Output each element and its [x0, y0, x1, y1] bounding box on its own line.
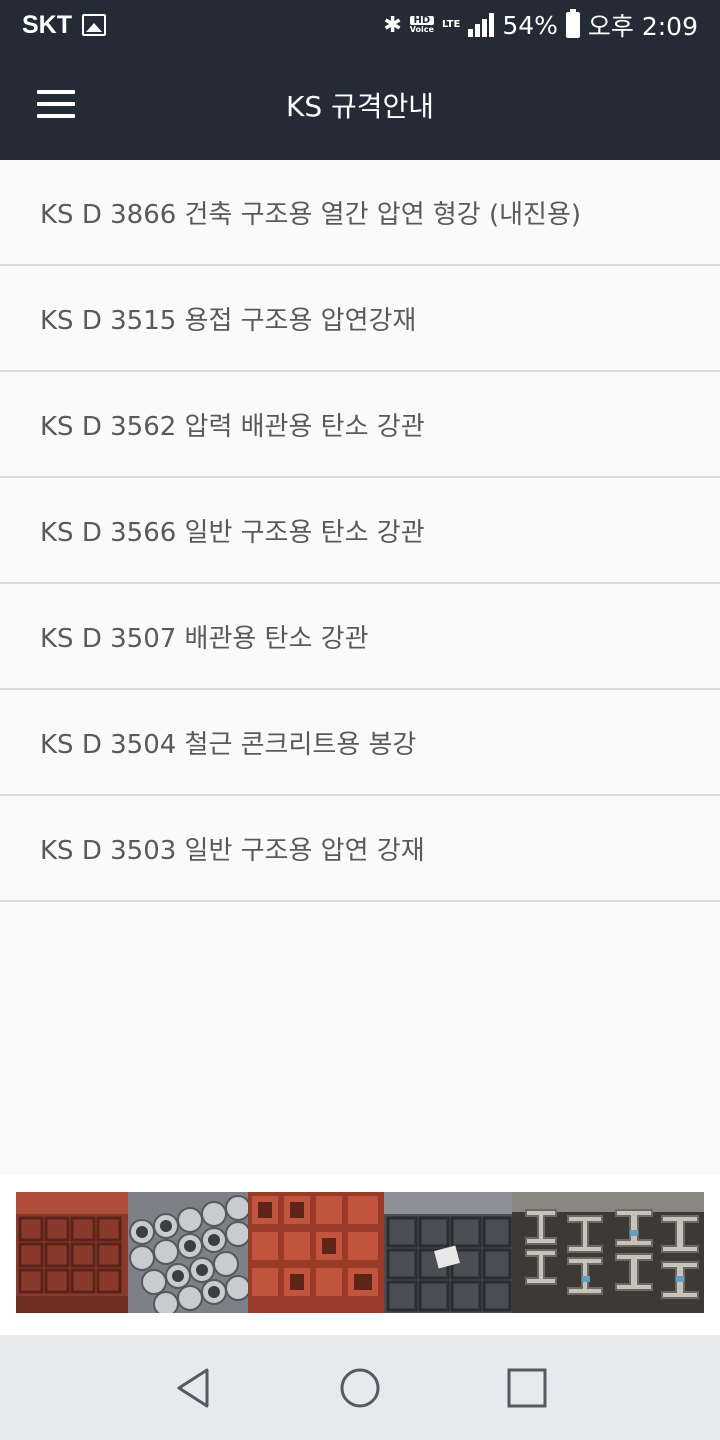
system-nav-bar	[0, 1335, 720, 1440]
signal-strength-icon	[468, 13, 495, 37]
clock: 오후 2:09	[587, 12, 698, 41]
standards-list: KS D 3866 건축 구조용 열간 압연 형강 (내진용) KS D 351…	[0, 160, 720, 902]
list-item[interactable]: KS D 3515 용접 구조용 압연강재	[0, 266, 720, 372]
black-square-tubes-image	[384, 1192, 512, 1313]
red-square-tubes-image	[16, 1192, 128, 1313]
list-item[interactable]: KS D 3866 건축 구조용 열간 압연 형강 (내진용)	[0, 160, 720, 266]
battery-icon	[565, 9, 580, 38]
bluetooth-icon: ✱	[383, 12, 402, 38]
page-title: KS 규격안내	[285, 90, 435, 123]
list-item[interactable]: KS D 3507 배관용 탄소 강관	[0, 584, 720, 690]
list-item[interactable]: KS D 3566 일반 구조용 탄소 강관	[0, 478, 720, 584]
back-triangle-icon[interactable]	[163, 1358, 223, 1418]
home-circle-icon[interactable]	[330, 1358, 390, 1418]
red-channel-steel-image	[248, 1192, 384, 1313]
round-pipes-image	[128, 1192, 248, 1313]
banner-area	[0, 1175, 720, 1335]
list-item[interactable]: KS D 3504 철근 콘크리트용 봉강	[0, 690, 720, 796]
battery-percent: 54%	[502, 10, 558, 40]
status-bar: SKT ✱ HD Voice LTE 54% 오후 2:09	[0, 0, 720, 50]
h-beams-image	[512, 1192, 704, 1313]
hd-voice-icon: HD Voice	[409, 14, 434, 34]
app-bar: KS 규격안내	[0, 50, 720, 160]
carrier-label: SKT	[22, 10, 72, 39]
steel-products-banner[interactable]	[16, 1192, 704, 1313]
list-item[interactable]: KS D 3503 일반 구조용 압연 강재	[0, 796, 720, 902]
recents-square-icon[interactable]	[497, 1358, 557, 1418]
list-item[interactable]: KS D 3562 압력 배관용 탄소 강관	[0, 372, 720, 478]
image-notification-icon	[82, 14, 106, 36]
lte-icon: LTE	[441, 19, 461, 30]
